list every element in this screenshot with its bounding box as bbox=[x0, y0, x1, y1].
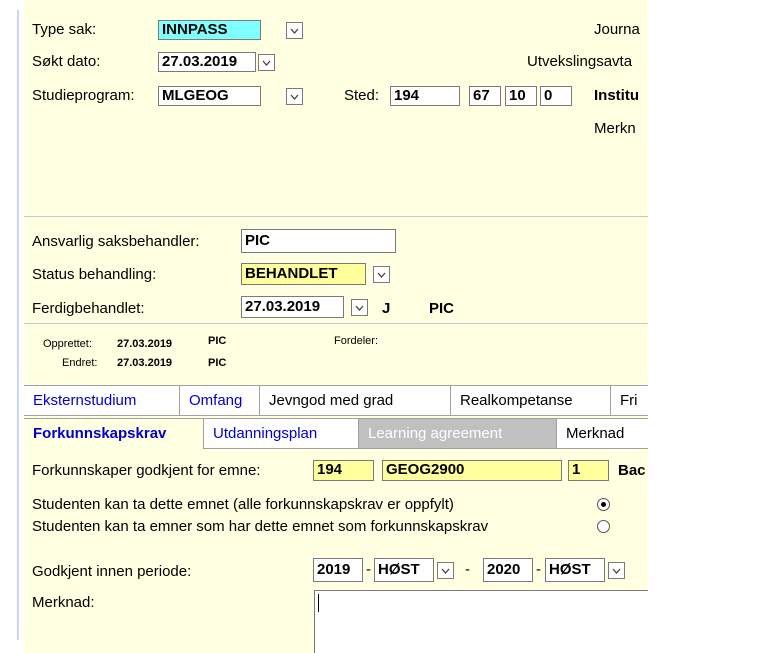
endret-date: 27.03.2019 bbox=[117, 357, 173, 369]
type-sak-dropdown-icon[interactable] bbox=[286, 22, 303, 39]
fra-termin-field[interactable]: HØST bbox=[374, 558, 434, 582]
status-dropdown-icon[interactable] bbox=[373, 266, 390, 283]
utvekslingsavtale-label: Utvekslingsavta bbox=[527, 53, 633, 70]
tab-jevngod-med-grad[interactable]: Jevngod med grad bbox=[260, 386, 451, 416]
type-sak-label: Type sak: bbox=[32, 21, 97, 38]
opprettet-user: PIC bbox=[208, 335, 227, 347]
radio-alle-oppfylt[interactable] bbox=[597, 498, 610, 511]
sokt-dato-field[interactable]: 27.03.2019 bbox=[158, 52, 256, 72]
tab-learning-agreement: Learning agreement bbox=[359, 419, 557, 449]
tab-forkunnskapskrav[interactable]: Forkunnskapskrav bbox=[24, 419, 204, 449]
opprettet-label: Opprettet: bbox=[43, 338, 92, 350]
periode-label: Godkjent innen periode: bbox=[32, 563, 192, 580]
periode-dash-2: - bbox=[465, 561, 470, 578]
sted-label: Sted: bbox=[344, 87, 380, 104]
ferdig-field[interactable]: 27.03.2019 bbox=[241, 296, 344, 318]
tab-omfang[interactable]: Omfang bbox=[180, 386, 260, 416]
audit-divider bbox=[24, 323, 648, 324]
emne-kode-field[interactable]: GEOG2900 bbox=[382, 460, 562, 481]
studieprogram-label: Studieprogram: bbox=[32, 87, 135, 104]
status-field[interactable]: BEHANDLET bbox=[241, 263, 366, 285]
studieprogram-dropdown-icon[interactable] bbox=[286, 88, 303, 105]
merknad-label: Merknad: bbox=[32, 594, 95, 611]
radio-forkunnskapskrav-for-andre[interactable] bbox=[597, 520, 610, 533]
emne-sted-field[interactable]: 194 bbox=[313, 460, 374, 481]
status-label: Status behandling: bbox=[32, 266, 157, 283]
godkjent-for-emne-label: Forkunnskaper godkjent for emne: bbox=[32, 462, 261, 479]
sted-institutt-field[interactable]: 10 bbox=[505, 86, 537, 106]
fra-termin-dropdown-icon[interactable] bbox=[437, 562, 454, 579]
tab-realkompetanse[interactable]: Realkompetanse bbox=[451, 386, 611, 416]
text-caret bbox=[318, 594, 319, 612]
ansvarlig-field[interactable]: PIC bbox=[241, 229, 396, 253]
tab-eksternstudium[interactable]: Eksternstudium bbox=[24, 386, 180, 416]
journal-label: Journa bbox=[594, 21, 640, 38]
periode-dash-3: - bbox=[536, 561, 541, 578]
fordeler-label: Fordeler: bbox=[334, 335, 379, 347]
tab-row-1: Eksternstudium Omfang Jevngod med grad R… bbox=[24, 385, 648, 416]
ferdig-dropdown-icon[interactable] bbox=[351, 299, 368, 316]
sted-institusjon-field[interactable]: 194 bbox=[390, 86, 460, 106]
ferdig-label: Ferdigbehandlet: bbox=[32, 300, 145, 317]
sted-gruppe-field[interactable]: 0 bbox=[540, 86, 572, 106]
emne-versjon-field[interactable]: 1 bbox=[568, 460, 609, 481]
sokt-dato-label: Søkt dato: bbox=[32, 53, 101, 70]
studieprogram-field[interactable]: MLGEOG bbox=[158, 86, 261, 106]
tab-merknad[interactable]: Merknad bbox=[557, 419, 648, 449]
tab-row-2: Forkunnskapskrav Utdanningsplan Learning… bbox=[24, 418, 648, 449]
endret-user: PIC bbox=[208, 357, 227, 369]
section-divider bbox=[24, 216, 648, 217]
merknad-top-label: Merkn bbox=[594, 120, 636, 137]
til-termin-dropdown-icon[interactable] bbox=[608, 562, 625, 579]
left-border bbox=[17, 10, 19, 640]
ferdig-flag: J bbox=[382, 300, 391, 317]
sted-fakultet-field[interactable]: 67 bbox=[469, 86, 501, 106]
emne-navn-truncated: Bac bbox=[618, 462, 646, 479]
ansvarlig-label: Ansvarlig saksbehandler: bbox=[32, 233, 200, 250]
radio-selected-dot bbox=[601, 502, 606, 507]
tab-fritak[interactable]: Fri bbox=[611, 386, 648, 416]
institutt-label: Institu bbox=[594, 87, 639, 104]
case-form: Type sak: INNPASS Søkt dato: 27.03.2019 … bbox=[24, 0, 648, 653]
ferdig-user: PIC bbox=[429, 300, 455, 317]
periode-dash-1: - bbox=[366, 561, 371, 578]
merknad-textarea[interactable] bbox=[314, 590, 648, 653]
fra-ar-field[interactable]: 2019 bbox=[313, 558, 363, 582]
opprettet-date: 27.03.2019 bbox=[117, 338, 173, 350]
endret-label: Endret: bbox=[62, 357, 98, 369]
til-ar-field[interactable]: 2020 bbox=[483, 558, 533, 582]
til-termin-field[interactable]: HØST bbox=[545, 558, 605, 582]
sokt-dato-dropdown-icon[interactable] bbox=[258, 54, 275, 71]
radio2-label: Studenten kan ta emner som har dette emn… bbox=[32, 518, 489, 535]
type-sak-field[interactable]: INNPASS bbox=[158, 20, 261, 40]
radio1-label: Studenten kan ta dette emnet (alle forku… bbox=[32, 496, 454, 513]
tab-utdanningsplan[interactable]: Utdanningsplan bbox=[204, 419, 359, 449]
